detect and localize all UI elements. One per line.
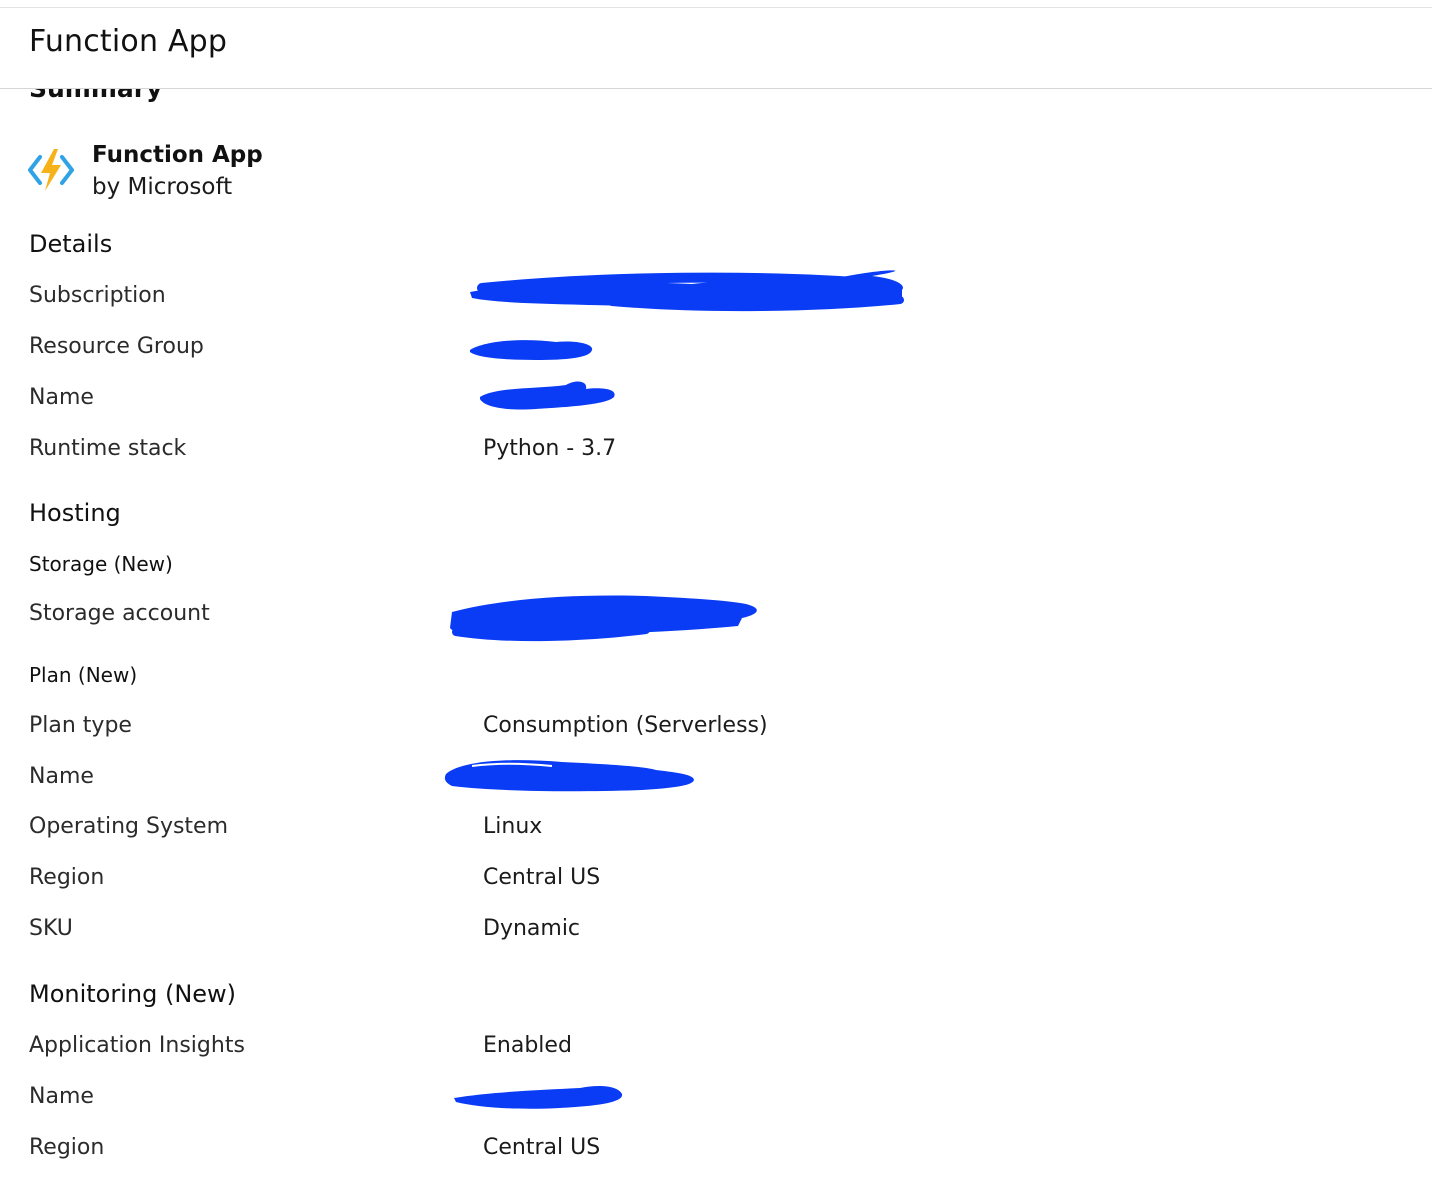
name-redaction: [480, 381, 615, 410]
runtime-stack-value: Python - 3.7: [483, 436, 617, 461]
function-app-lightning-icon: [28, 149, 74, 191]
plan-type-label: Plan type: [29, 713, 132, 738]
product-card: Function App by Microsoft: [27, 140, 263, 204]
sku-value: Dynamic: [483, 916, 581, 941]
storage-account-redaction: [450, 595, 757, 642]
insights-region-label: Region: [29, 1135, 105, 1160]
page-title: Function App: [29, 24, 228, 59]
resource-group-label: Resource Group: [29, 334, 204, 359]
resource-group-redaction: [470, 340, 593, 360]
plan-name-label: Name: [29, 764, 94, 789]
hosting-heading: Hosting: [29, 499, 121, 527]
plan-subheading: Plan (New): [29, 663, 138, 687]
plan-name-redaction: [444, 760, 694, 792]
plan-region-label: Region: [29, 865, 105, 890]
sku-label: SKU: [29, 916, 73, 941]
monitoring-heading: Monitoring (New): [29, 980, 237, 1008]
operating-system-label: Operating System: [29, 814, 229, 839]
product-name: Function App: [92, 142, 263, 168]
product-publisher: by Microsoft: [92, 174, 233, 200]
application-insights-label: Application Insights: [29, 1033, 245, 1058]
page-header: Function App: [0, 8, 1432, 89]
plan-region-value: Central US: [483, 865, 601, 890]
subscription-redaction: [470, 270, 904, 312]
insights-name-label: Name: [29, 1084, 94, 1109]
storage-subheading: Storage (New): [29, 552, 173, 576]
storage-account-label: Storage account: [29, 601, 210, 626]
operating-system-value: Linux: [483, 814, 543, 839]
name-label: Name: [29, 385, 94, 410]
runtime-stack-label: Runtime stack: [29, 436, 187, 461]
review-summary-page: Summary Function App Function App by Mic…: [0, 0, 1432, 1188]
plan-type-value: Consumption (Serverless): [483, 713, 768, 738]
insights-region-value: Central US: [483, 1135, 601, 1160]
details-heading: Details: [29, 230, 113, 258]
application-insights-value: Enabled: [483, 1033, 572, 1058]
product-text: Function App by Microsoft: [92, 140, 263, 204]
subscription-label: Subscription: [29, 283, 166, 308]
insights-name-redaction: [454, 1086, 623, 1109]
